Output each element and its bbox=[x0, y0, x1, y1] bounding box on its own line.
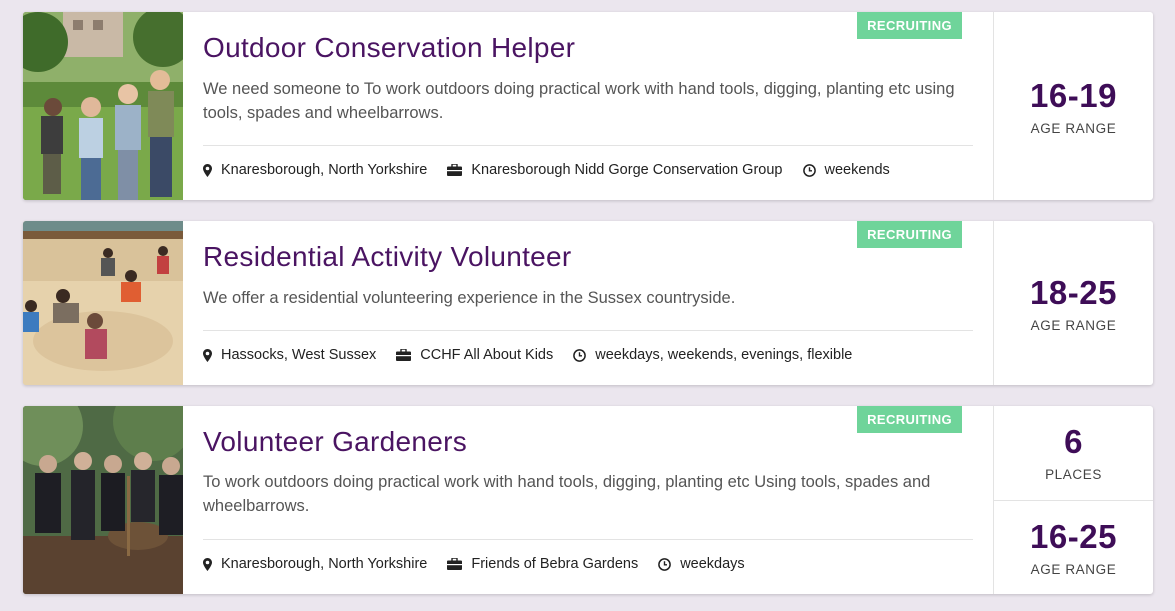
opportunity-card[interactable]: Volunteer Gardeners RECRUITING To work o… bbox=[23, 406, 1153, 594]
status-badge: RECRUITING bbox=[857, 221, 962, 248]
opportunity-photo bbox=[23, 221, 183, 385]
location-text: Knaresborough, North Yorkshire bbox=[221, 556, 428, 572]
organisation-text: Friends of Bebra Gardens bbox=[471, 556, 639, 572]
meta-availability: weekends bbox=[802, 162, 890, 178]
opportunity-meta: Knaresborough, North Yorkshire Knaresbor… bbox=[203, 162, 910, 178]
map-marker-icon bbox=[203, 557, 212, 571]
opportunity-meta: Knaresborough, North Yorkshire Friends o… bbox=[203, 556, 765, 572]
places-stat: 6 PLACES bbox=[994, 406, 1153, 500]
stat-label: PLACES bbox=[1045, 467, 1102, 483]
status-badge: RECRUITING bbox=[857, 406, 962, 433]
availability-text: weekdays, weekends, evenings, flexible bbox=[595, 347, 853, 363]
opportunity-description: To work outdoors doing practical work wi… bbox=[203, 473, 931, 515]
briefcase-icon bbox=[396, 349, 412, 361]
opportunity-stats: 18-25 AGE RANGE bbox=[993, 221, 1153, 385]
opportunity-title[interactable]: Volunteer Gardeners bbox=[203, 426, 467, 458]
opportunity-title[interactable]: Outdoor Conservation Helper bbox=[203, 32, 575, 64]
opportunity-stats: 6 PLACES 16-25 AGE RANGE bbox=[993, 406, 1153, 594]
meta-location: Hassocks, West Sussex bbox=[203, 347, 376, 363]
stat-value: 6 bbox=[1064, 423, 1083, 461]
status-badge: RECRUITING bbox=[857, 12, 962, 39]
opportunity-description: We need someone to To work outdoors doin… bbox=[203, 80, 955, 122]
map-marker-icon bbox=[203, 163, 212, 177]
meta-organisation: Knaresborough Nidd Gorge Conservation Gr… bbox=[447, 162, 783, 178]
card-body: Outdoor Conservation Helper RECRUITING W… bbox=[183, 12, 993, 200]
location-text: Hassocks, West Sussex bbox=[221, 347, 377, 363]
meta-location: Knaresborough, North Yorkshire bbox=[203, 556, 427, 572]
opportunity-description: We offer a residential volunteering expe… bbox=[203, 289, 736, 307]
divider bbox=[203, 539, 973, 540]
age-range-stat: 18-25 AGE RANGE bbox=[994, 221, 1153, 385]
stat-label: AGE RANGE bbox=[1030, 120, 1117, 136]
map-marker-icon bbox=[203, 348, 212, 362]
opportunity-card[interactable]: Residential Activity Volunteer RECRUITIN… bbox=[23, 221, 1153, 385]
card-body: Residential Activity Volunteer RECRUITIN… bbox=[183, 221, 993, 385]
divider bbox=[203, 145, 973, 146]
stat-label: AGE RANGE bbox=[1030, 317, 1117, 333]
card-body: Volunteer Gardeners RECRUITING To work o… bbox=[183, 406, 993, 594]
meta-location: Knaresborough, North Yorkshire bbox=[203, 162, 427, 178]
opportunity-title[interactable]: Residential Activity Volunteer bbox=[203, 241, 572, 273]
stat-value: 16-25 bbox=[1030, 517, 1117, 555]
age-range-stat: 16-25 AGE RANGE bbox=[994, 499, 1153, 595]
location-text: Knaresborough, North Yorkshire bbox=[221, 162, 428, 178]
opportunity-photo bbox=[23, 12, 183, 200]
stat-value: 16-19 bbox=[1030, 76, 1117, 114]
availability-text: weekdays bbox=[680, 556, 745, 572]
clock-icon bbox=[658, 557, 672, 571]
stat-label: AGE RANGE bbox=[1030, 561, 1117, 577]
meta-organisation: Friends of Bebra Gardens bbox=[447, 556, 638, 572]
meta-availability: weekdays bbox=[658, 556, 745, 572]
meta-organisation: CCHF All About Kids bbox=[396, 347, 553, 363]
stat-value: 18-25 bbox=[1030, 273, 1117, 311]
age-range-stat: 16-19 AGE RANGE bbox=[994, 12, 1153, 200]
divider bbox=[203, 330, 973, 331]
opportunity-stats: 16-19 AGE RANGE bbox=[993, 12, 1153, 200]
availability-text: weekends bbox=[824, 162, 890, 178]
clock-icon bbox=[802, 163, 816, 177]
clock-icon bbox=[573, 348, 587, 362]
opportunity-photo bbox=[23, 406, 183, 594]
opportunity-card[interactable]: Outdoor Conservation Helper RECRUITING W… bbox=[23, 12, 1153, 200]
briefcase-icon bbox=[447, 558, 463, 570]
organisation-text: Knaresborough Nidd Gorge Conservation Gr… bbox=[471, 162, 783, 178]
meta-availability: weekdays, weekends, evenings, flexible bbox=[573, 347, 852, 363]
briefcase-icon bbox=[447, 164, 463, 176]
opportunity-meta: Hassocks, West Sussex CCHF All About Kid… bbox=[203, 347, 872, 363]
organisation-text: CCHF All About Kids bbox=[420, 347, 554, 363]
